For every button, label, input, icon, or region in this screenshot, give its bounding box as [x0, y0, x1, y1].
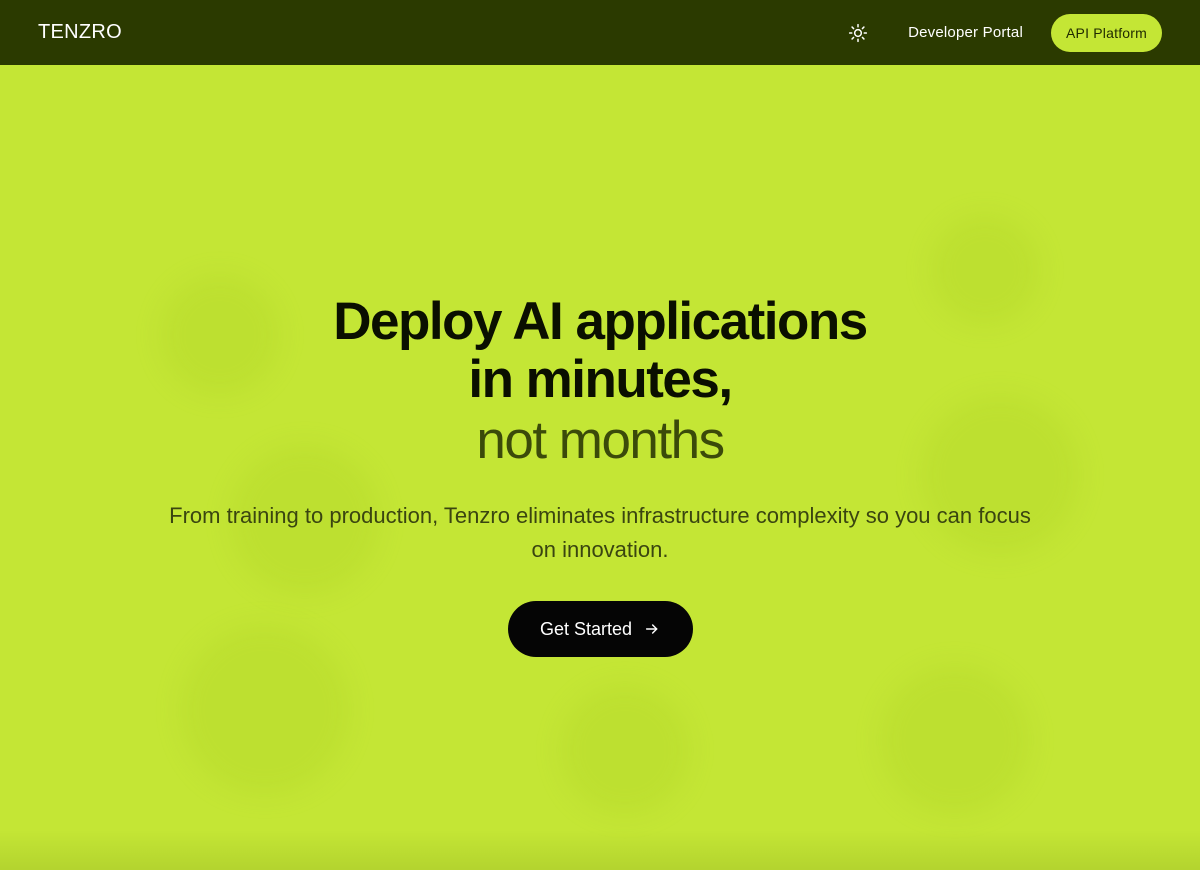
headline-line-1: Deploy AI applications: [333, 292, 868, 351]
hero-section: Deploy AI applications in minutes, not m…: [0, 65, 1200, 870]
hero-subtext: From training to production, Tenzro elim…: [169, 503, 1031, 562]
sun-icon: [848, 23, 868, 42]
developer-portal-link[interactable]: Developer Portal: [908, 24, 1023, 41]
headline-line-2: in minutes,: [468, 350, 733, 409]
theme-toggle-button[interactable]: [846, 21, 870, 45]
headline-accent: not months: [476, 411, 725, 470]
bottom-shadow: [0, 830, 1200, 870]
api-platform-button[interactable]: API Platform: [1051, 13, 1162, 52]
background-blob: [560, 685, 690, 815]
get-started-button[interactable]: Get Started: [507, 601, 693, 657]
hero-content: Deploy AI applications in minutes, not m…: [0, 293, 1200, 657]
brand-logo[interactable]: TENZRO: [38, 21, 122, 44]
background-blob: [880, 665, 1030, 815]
nav-actions: Developer Portal API Platform: [846, 13, 1162, 52]
hero-headline: Deploy AI applications in minutes, not m…: [0, 293, 1200, 473]
top-navbar: TENZRO Developer Portal API Platform: [0, 0, 1200, 65]
get-started-label: Get Started: [539, 618, 633, 639]
arrow-right-icon: [644, 621, 660, 637]
